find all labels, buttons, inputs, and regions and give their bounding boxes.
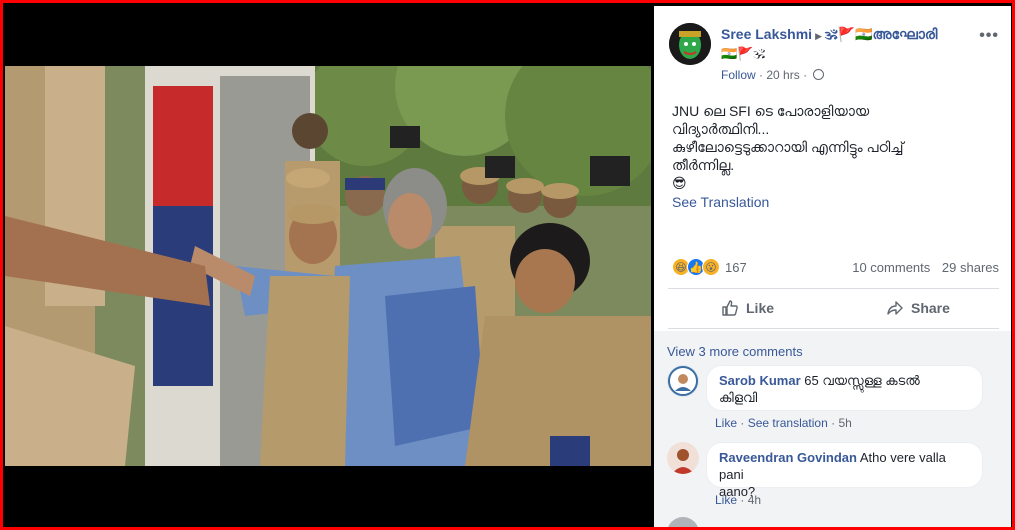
- commenter-avatar[interactable]: [667, 442, 699, 474]
- share-label: Share: [911, 300, 950, 316]
- commenter-name[interactable]: Sarob Kumar: [719, 373, 801, 388]
- share-button[interactable]: Share: [886, 299, 950, 317]
- comment-separator: ·: [740, 493, 748, 507]
- post-text-line: കുഴീലോട്ടെടുക്കാറായി എന്നിട്ടും പഠിച്ച്: [672, 139, 904, 155]
- comment-like-link[interactable]: Like: [715, 416, 737, 430]
- divider: [668, 328, 999, 329]
- view-more-comments-link[interactable]: View 3 more comments: [667, 344, 803, 359]
- screenshot-frame: Sree Lakshmi ▶ 🕉🚩🇮🇳അഘോരി 🇮🇳🚩🕉 ••• Follow ·…: [3, 3, 1012, 527]
- wow-reaction-icon: 😮: [702, 258, 720, 276]
- post-meta: Follow · 20 hrs ·: [721, 68, 825, 82]
- author-name[interactable]: Sree Lakshmi: [721, 26, 812, 42]
- comment-actions: Like · See translation · 5h: [715, 416, 852, 430]
- comments-count[interactable]: 10 comments: [852, 260, 930, 275]
- post-text-line: തീർന്നില്ല.: [672, 157, 735, 173]
- author-avatar[interactable]: [669, 23, 711, 65]
- divider: [668, 288, 999, 289]
- comments-section: View 3 more comments Sarob Kumar 65 വയസ്…: [654, 331, 1011, 527]
- like-button[interactable]: Like: [721, 299, 774, 317]
- reaction-count: 167: [725, 259, 747, 275]
- meta-separator: ·: [803, 68, 811, 82]
- comment-like-link[interactable]: Like: [715, 493, 737, 507]
- comment-actions: Like · 4h: [715, 493, 761, 507]
- comment-time[interactable]: 4h: [748, 493, 761, 507]
- commenter-avatar[interactable]: [667, 517, 699, 527]
- comment-bubble: Sarob Kumar 65 വയസ്സുള്ള കടൽ കിളവി: [706, 365, 983, 411]
- globe-icon: [813, 69, 825, 80]
- comment-time[interactable]: 5h: [838, 416, 851, 430]
- comment-see-translation-link[interactable]: See translation: [748, 416, 828, 430]
- comment-separator: ·: [740, 416, 748, 430]
- thumbs-up-icon: [722, 300, 738, 316]
- see-translation-link[interactable]: See Translation: [672, 194, 769, 210]
- group-suffix-emojis: 🇮🇳🚩🕉: [721, 46, 766, 61]
- group-name[interactable]: 🕉🚩🇮🇳അഘോരി: [825, 26, 937, 42]
- post-panel: Sree Lakshmi ▶ 🕉🚩🇮🇳അഘോരി 🇮🇳🚩🕉 ••• Follow ·…: [654, 6, 1011, 527]
- like-label: Like: [746, 300, 775, 316]
- shares-count[interactable]: 29 shares: [942, 260, 999, 275]
- reactions-summary[interactable]: 😆 👍 😮 167: [672, 258, 747, 276]
- post-text-line: വിദ്യാർത്ഥിനി...: [672, 121, 770, 137]
- comment-text: കിളവി: [719, 390, 758, 405]
- post-photo[interactable]: [5, 66, 651, 466]
- post-text: JNU ലെ SFI ടെ പോരാളിയായ വിദ്യാർത്ഥിനി...…: [672, 102, 992, 192]
- follow-link[interactable]: Follow: [721, 68, 756, 82]
- post-time[interactable]: 20 hrs: [766, 68, 799, 82]
- commenter-name[interactable]: Raveendran Govindan: [719, 450, 857, 465]
- comment-bubble: Raveendran Govindan Atho vere valla pani…: [706, 442, 983, 499]
- more-options-icon[interactable]: •••: [979, 27, 999, 45]
- author-line: Sree Lakshmi ▶ 🕉🚩🇮🇳അഘോരി 🇮🇳🚩🕉: [721, 26, 981, 62]
- arrow-right-icon: ▶: [815, 31, 822, 41]
- post-text-line: JNU ലെ SFI ടെ പോരാളിയായ: [672, 103, 870, 119]
- share-arrow-icon: [887, 301, 903, 315]
- protest-photo-illustration: [5, 66, 651, 466]
- engagement-counts: 10 comments 29 shares: [844, 260, 999, 275]
- commenter-avatar[interactable]: [667, 365, 699, 397]
- post-text-line: 😎: [672, 175, 687, 191]
- photo-viewer: [3, 3, 653, 527]
- comment-text: 65 വയസ്സുള്ള കടൽ: [804, 373, 920, 388]
